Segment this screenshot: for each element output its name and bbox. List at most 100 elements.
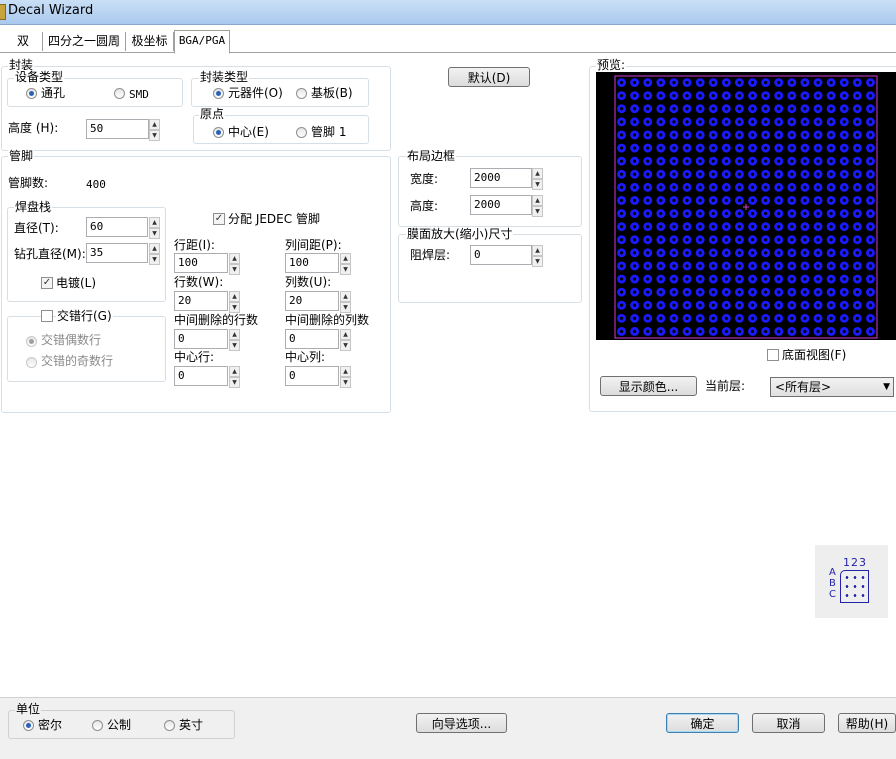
center-row-spin-arrows[interactable]: ▲ ▼	[229, 366, 240, 388]
height-spin-arrows[interactable]: ▲ ▼	[149, 119, 160, 141]
bga-pad-drill	[646, 80, 650, 85]
bga-pad-drill	[724, 198, 728, 203]
bga-pad-drill	[698, 290, 702, 294]
bga-pad-drill	[750, 146, 755, 150]
center-col-spinbox: 0 ▲ ▼	[285, 366, 351, 388]
diameter-spin-arrows[interactable]: ▲ ▼	[149, 217, 160, 239]
bga-pad-drill	[685, 264, 689, 268]
stagger-even-radio[interactable]	[26, 336, 37, 347]
bga-pad-drill	[659, 159, 663, 163]
staggered-checkbox[interactable]	[41, 310, 53, 322]
bga-pad-drill	[816, 94, 820, 98]
bga-pad-drill	[659, 146, 663, 150]
cols-spin-arrows[interactable]: ▲ ▼	[340, 291, 351, 313]
current-layer-label: 当前层:	[705, 379, 746, 393]
bga-pad-drill	[646, 185, 650, 189]
bga-pad-drill	[790, 146, 794, 150]
bga-pad-drill	[619, 120, 624, 124]
default-button[interactable]: 默认(D)	[448, 67, 530, 87]
bga-pad-drill	[633, 94, 637, 98]
placement-outline-label: 布局边框	[406, 149, 457, 163]
bga-pad-drill	[698, 238, 702, 242]
tab-quarter-circle[interactable]: 四分之一圆周	[43, 32, 126, 51]
pin1-radio[interactable]	[296, 127, 307, 138]
current-layer-value: <所有层>	[775, 380, 832, 394]
center-col-spin-arrows[interactable]: ▲ ▼	[340, 366, 351, 388]
bga-pad-drill	[868, 329, 873, 334]
tab-bga-pga[interactable]: BGA/PGA	[174, 30, 230, 54]
ok-button[interactable]: 确定	[666, 713, 739, 733]
cancel-button[interactable]: 取消	[752, 713, 825, 733]
bga-pad-drill	[711, 94, 715, 98]
component-radio[interactable]	[213, 88, 224, 99]
smd-radio[interactable]	[114, 88, 125, 99]
bga-pad-drill	[803, 133, 807, 137]
bga-pad-drill	[711, 211, 715, 216]
bga-pad-drill	[646, 316, 650, 320]
bga-pad-drill	[750, 120, 755, 124]
bga-pad-drill	[711, 329, 715, 334]
bga-pad-drill	[750, 303, 755, 307]
solder-mask-input[interactable]: 0	[470, 245, 532, 265]
tab-dual[interactable]: 双	[4, 32, 43, 51]
bga-pad-drill	[842, 303, 846, 307]
current-layer-select[interactable]: <所有层> ▼	[770, 377, 894, 397]
wizard-options-button[interactable]: 向导选项...	[416, 713, 507, 733]
center-row-input[interactable]: 0	[174, 366, 228, 386]
help-button[interactable]: 帮助(H)	[838, 713, 896, 733]
outline-width-input[interactable]: 2000	[470, 168, 532, 188]
diameter-input[interactable]: 60	[86, 217, 148, 237]
drill-spin-arrows[interactable]: ▲ ▼	[149, 243, 160, 265]
outline-height-spin-arrows[interactable]: ▲ ▼	[532, 195, 543, 217]
solder-mask-spin-arrows[interactable]: ▲ ▼	[532, 245, 543, 267]
row-pitch-spin-arrows[interactable]: ▲ ▼	[229, 253, 240, 275]
row-pitch-input[interactable]: 100	[174, 253, 228, 273]
deleted-cols-label: 中间删除的列数	[285, 313, 370, 327]
rows-spin-arrows[interactable]: ▲ ▼	[229, 291, 240, 313]
deleted-rows-spin-arrows[interactable]: ▲ ▼	[229, 329, 240, 351]
col-pitch-spin-arrows[interactable]: ▲ ▼	[340, 253, 351, 275]
preview-canvas[interactable]	[596, 72, 896, 340]
deleted-cols-input[interactable]: 0	[285, 329, 339, 349]
through-hole-radio[interactable]	[26, 88, 37, 99]
height-input[interactable]: 50	[86, 119, 149, 139]
bga-pad-drill	[777, 80, 781, 85]
bga-pad-drill	[829, 198, 833, 203]
bga-pad-drill	[724, 172, 728, 176]
bga-pad-drill	[685, 120, 689, 124]
bga-pad-drill	[672, 277, 676, 281]
display-colors-button[interactable]: 显示颜色...	[600, 376, 697, 396]
staggered-group	[7, 316, 166, 382]
rows-input[interactable]: 20	[174, 291, 228, 311]
drill-input[interactable]: 35	[86, 243, 148, 263]
center-col-input[interactable]: 0	[285, 366, 339, 386]
outline-height-input[interactable]: 2000	[470, 195, 532, 215]
bga-pad-drill	[803, 264, 807, 268]
jedec-checkbox[interactable]: ✓	[213, 213, 225, 225]
bottom-view-checkbox[interactable]	[767, 349, 779, 361]
bga-pad-drill	[672, 185, 676, 189]
stagger-odd-radio[interactable]	[26, 357, 37, 368]
bga-pad-drill	[724, 107, 728, 111]
bga-pad-drill	[724, 133, 728, 137]
stagger-odd-label: 交错的奇数行	[41, 354, 114, 368]
cols-input[interactable]: 20	[285, 291, 339, 311]
bga-pad-drill	[633, 225, 637, 229]
deleted-rows-input[interactable]: 0	[174, 329, 228, 349]
pin1-label: 管脚 1	[311, 125, 347, 139]
bga-pad-drill	[842, 198, 846, 203]
col-pitch-input[interactable]: 100	[285, 253, 339, 273]
substrate-radio[interactable]	[296, 88, 307, 99]
bga-pad-drill	[698, 185, 702, 189]
units-metric-radio[interactable]	[92, 720, 103, 731]
units-mil-radio[interactable]	[23, 720, 34, 731]
bga-pad-drill	[737, 277, 742, 281]
bga-pad-drill	[659, 133, 663, 137]
plated-checkbox[interactable]: ✓	[41, 277, 53, 289]
tab-polar[interactable]: 极坐标	[126, 32, 174, 51]
deleted-cols-spin-arrows[interactable]: ▲ ▼	[340, 329, 351, 351]
device-type-label: 设备类型	[14, 70, 65, 84]
center-radio[interactable]	[213, 127, 224, 138]
units-inch-radio[interactable]	[164, 720, 175, 731]
outline-width-spin-arrows[interactable]: ▲ ▼	[532, 168, 543, 190]
